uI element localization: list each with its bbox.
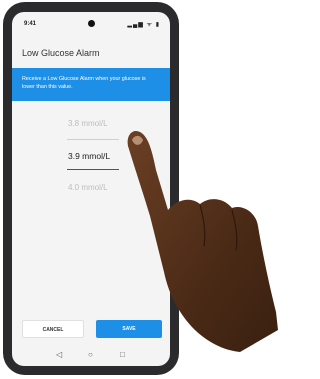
- recents-icon[interactable]: □: [120, 350, 125, 359]
- picker-divider-bottom: [67, 169, 119, 170]
- home-icon[interactable]: ○: [88, 350, 93, 359]
- picker-divider-top: [67, 139, 119, 140]
- back-icon[interactable]: ◁: [56, 350, 62, 359]
- phone-frame: 9:41 ▂▄▆ ᯤ ▮ Low Glucose Alarm Receive a…: [3, 2, 179, 375]
- picker-option-above[interactable]: 3.8 mmol/L: [68, 119, 108, 128]
- action-buttons: CANCEL SAVE: [12, 320, 170, 342]
- picker-option-below[interactable]: 4.0 mmol/L: [68, 183, 108, 192]
- info-banner-text: Receive a Low Glucose Alarm when your gl…: [22, 76, 146, 90]
- glucose-value-picker[interactable]: 3.8 mmol/L 3.9 mmol/L 4.0 mmol/L: [12, 101, 170, 321]
- status-icons: ▂▄▆ ᯤ ▮: [127, 22, 160, 28]
- screen: 9:41 ▂▄▆ ᯤ ▮ Low Glucose Alarm Receive a…: [12, 12, 170, 366]
- info-banner: Receive a Low Glucose Alarm when your gl…: [12, 68, 170, 101]
- picker-option-selected[interactable]: 3.9 mmol/L: [68, 151, 110, 161]
- page-title: Low Glucose Alarm: [22, 48, 100, 58]
- status-time: 9:41: [24, 21, 37, 27]
- cancel-button[interactable]: CANCEL: [22, 320, 84, 338]
- status-bar: 9:41 ▂▄▆ ᯤ ▮: [12, 12, 170, 38]
- save-button[interactable]: SAVE: [96, 320, 162, 338]
- system-nav-bar: ◁ ○ □: [12, 346, 170, 366]
- app-bar: Low Glucose Alarm: [12, 42, 170, 68]
- front-camera: [88, 20, 95, 27]
